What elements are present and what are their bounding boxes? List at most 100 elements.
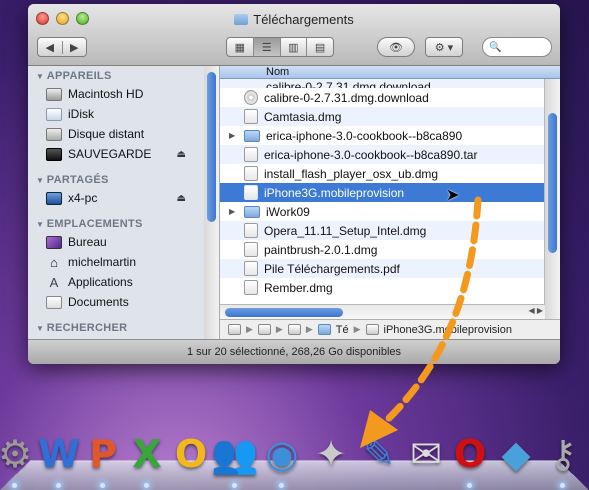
sidebar-scrollbar[interactable]	[204, 66, 220, 339]
file-name: calibre-0-2.7.31.dmg.download	[264, 90, 429, 105]
path-separator-icon: ▶	[246, 324, 253, 334]
running-indicator	[56, 483, 61, 488]
sidebar-item-remote-disc[interactable]: Disque distant	[28, 124, 204, 144]
sidebar-section-places[interactable]: EMPLACEMENTS	[28, 214, 204, 232]
column-view-button[interactable]: ▥	[279, 38, 307, 56]
list-item[interactable]: erica-iphone-3.0-cookbook--b8ca890.tar	[220, 145, 560, 164]
dock-app-icon: O	[453, 432, 487, 476]
file-list-scrollbar[interactable]	[544, 79, 560, 326]
list-item[interactable]: ▶ erica-iphone-3.0-cookbook--b8ca890	[220, 126, 560, 145]
list-item[interactable]: install_flash_player_osx_ub.dmg	[220, 164, 560, 183]
dock-item-0[interactable]: ⚙	[0, 430, 38, 478]
sidebar-section-shared[interactable]: PARTAGÉS	[28, 170, 204, 188]
disk-image-icon	[244, 109, 258, 124]
file-list-scroll-thumb[interactable]	[548, 113, 557, 253]
downloads-folder-icon[interactable]	[317, 324, 331, 335]
archive-file-icon	[244, 147, 258, 162]
dock-item-5[interactable]: 👥	[211, 430, 258, 478]
eye-icon: 👁	[389, 41, 403, 54]
dock-app-icon: ◆	[501, 432, 531, 476]
forward-button[interactable]: ▶	[61, 40, 87, 54]
disclosure-triangle-icon[interactable]: ▶	[229, 131, 235, 140]
path-item-file[interactable]: iPhone3G.mobileprovision	[384, 324, 512, 336]
coverflow-view-button[interactable]: ▤	[306, 38, 333, 56]
sidebar-item-x4-pc[interactable]: x4-pc ⏏	[28, 188, 204, 208]
dock-item-3[interactable]: X	[124, 430, 170, 478]
sidebar-section-search[interactable]: RECHERCHER	[28, 318, 204, 336]
sidebar-item-michelmartin[interactable]: ⌂ michelmartin	[28, 252, 204, 272]
dock-item-11[interactable]: ◆	[493, 430, 539, 478]
sidebar-item-label: SAUVEGARDE	[68, 147, 152, 161]
sidebar-item-bureau[interactable]: Bureau	[28, 232, 204, 252]
dock-app-icon: ✦	[315, 432, 347, 476]
scroll-arrows-icon[interactable]: ◀ ▶	[528, 306, 543, 315]
dock-item-4[interactable]: O	[168, 430, 214, 478]
list-item[interactable]: Rember.dmg	[220, 278, 560, 297]
home-icon[interactable]	[287, 324, 301, 335]
download-file-icon	[244, 90, 258, 105]
list-item[interactable]: calibre-0-2.7.31.dmg.download	[220, 79, 560, 88]
horizontal-scroll-thumb[interactable]	[225, 308, 343, 317]
disk-image-icon	[244, 280, 258, 295]
dock-item-9[interactable]: ✉	[403, 430, 449, 478]
file-name: iPhone3G.mobileprovision	[264, 185, 405, 200]
folder-icon[interactable]	[257, 324, 271, 335]
documents-icon	[46, 295, 62, 309]
idisk-icon	[46, 107, 62, 121]
running-indicator	[560, 483, 565, 488]
path-item-folder[interactable]: Té	[336, 324, 349, 336]
search-field[interactable]: 🔍	[482, 37, 552, 57]
column-header-name[interactable]: Nom	[220, 66, 560, 79]
file-list-horizontal-scrollbar[interactable]: ◀ ▶	[220, 304, 545, 319]
icon-view-button[interactable]: ▦	[227, 38, 253, 56]
dock-item-1[interactable]: W	[36, 430, 82, 478]
list-item[interactable]: calibre-0-2.7.31.dmg.download	[220, 88, 560, 107]
eject-icon[interactable]: ⏏	[177, 193, 186, 204]
dock-app-icon: ⚷	[549, 432, 577, 476]
dock-item-12[interactable]: ⚷	[540, 430, 586, 478]
list-item-selected[interactable]: iPhone3G.mobileprovision ➤	[220, 183, 560, 204]
disclosure-triangle-icon[interactable]: ▶	[229, 207, 235, 216]
action-menu-button[interactable]: ⚙ ▾	[425, 37, 463, 57]
path-separator-icon: ▶	[353, 324, 361, 334]
list-item[interactable]: ▶ iWork09	[220, 202, 560, 221]
sidebar-section-devices[interactable]: APPAREILS	[28, 66, 204, 84]
back-forward-control: ◀ ▶	[37, 37, 87, 57]
window-title-text: Téléchargements	[253, 12, 354, 27]
sidebar-item-label: Disque distant	[68, 127, 145, 141]
sidebar-item-macintosh-hd[interactable]: Macintosh HD	[28, 84, 204, 104]
running-indicator	[467, 483, 472, 488]
list-item[interactable]: paintbrush-2.0.1.dmg	[220, 240, 560, 259]
hard-drive-icon[interactable]	[228, 324, 241, 335]
sidebar-item-applications[interactable]: A Applications	[28, 272, 204, 292]
sidebar-scroll-thumb[interactable]	[207, 72, 216, 222]
sidebar-item-sauvegarde[interactable]: SAUVEGARDE ⏏	[28, 144, 204, 164]
file-list: Nom calibre-0-2.7.31.dmg.download calibr…	[220, 66, 560, 339]
dock-app-icon: O	[174, 432, 208, 476]
desktop-icon	[46, 235, 62, 249]
titlebar[interactable]: Téléchargements ◀ ▶ ▦ ☰ ▥ ▤ 👁 ⚙ ▾ 🔍	[28, 4, 560, 66]
folder-icon	[244, 129, 260, 142]
back-button[interactable]: ◀	[38, 41, 62, 54]
dock-item-8[interactable]: ✎	[356, 430, 402, 478]
running-indicator	[232, 483, 237, 488]
dock-item-6[interactable]: ◉	[259, 430, 305, 478]
path-separator-icon: ▶	[275, 324, 283, 334]
sidebar-item-idisk[interactable]: iDisk	[28, 104, 204, 124]
list-item[interactable]: Opera_11.11_Setup_Intel.dmg	[220, 221, 560, 240]
sidebar-item-label: Documents	[68, 295, 129, 309]
list-item[interactable]: Camtasia.dmg	[220, 107, 560, 126]
list-view-button[interactable]: ☰	[252, 38, 280, 56]
dock-item-2[interactable]: P	[80, 430, 126, 478]
running-indicator	[279, 483, 284, 488]
dock-item-7[interactable]: ✦	[308, 430, 354, 478]
list-item[interactable]: Pile Téléchargements.pdf	[220, 259, 560, 278]
quick-look-button[interactable]: 👁	[377, 37, 415, 57]
eject-icon[interactable]: ⏏	[177, 149, 186, 160]
path-bar: ▶ ▶ ▶ Té ▶ iPhone3G.mobileprovision	[220, 319, 560, 339]
dock-app-icon: ⚙	[0, 432, 33, 476]
dock-item-10[interactable]: O	[447, 430, 493, 478]
applications-icon: A	[49, 274, 59, 290]
file-name: calibre-0-2.7.31.dmg.download	[266, 80, 431, 88]
sidebar-item-documents[interactable]: Documents	[28, 292, 204, 312]
